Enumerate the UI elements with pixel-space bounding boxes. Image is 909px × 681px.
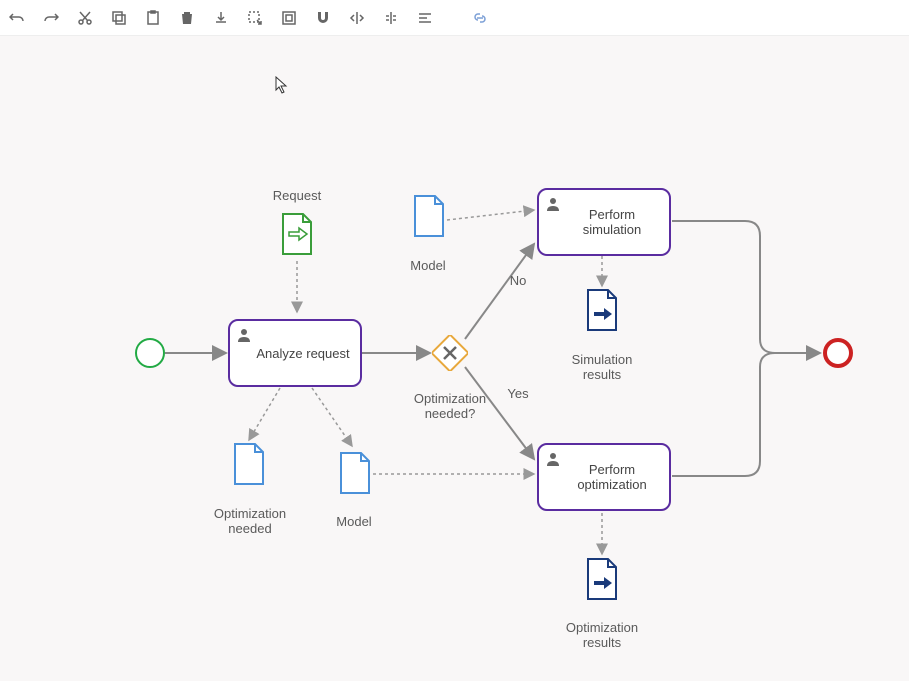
user-icon — [545, 196, 561, 212]
flip-v-icon[interactable] — [382, 9, 400, 27]
flow-label-yes: Yes — [503, 386, 533, 401]
data-object-label: Request — [262, 188, 332, 203]
gateway-label: Optimization needed? — [405, 391, 495, 421]
align-icon[interactable] — [416, 9, 434, 27]
task-label: Perform optimization — [563, 462, 661, 492]
data-object-label: Optimization results — [560, 620, 644, 650]
data-object-model-1[interactable] — [411, 194, 447, 243]
user-icon — [545, 451, 561, 467]
copy-icon[interactable] — [110, 9, 128, 27]
task-perform-optimization[interactable]: Perform optimization — [537, 443, 671, 511]
data-object-optimization-results[interactable] — [584, 557, 620, 606]
task-label: Analyze request — [256, 346, 349, 361]
task-label: Perform simulation — [563, 207, 661, 237]
data-object-label: Simulation results — [562, 352, 642, 382]
flip-h-icon[interactable] — [348, 9, 366, 27]
end-event[interactable] — [823, 338, 853, 368]
data-object-model-2[interactable] — [337, 451, 373, 500]
user-icon — [236, 327, 252, 343]
paste-icon[interactable] — [144, 9, 162, 27]
link-icon[interactable] — [471, 9, 489, 27]
cursor-icon — [275, 76, 289, 94]
diagram-canvas[interactable]: Analyze request Perform simulation Perfo… — [0, 36, 909, 681]
data-object-label: Model — [398, 258, 458, 273]
select-box-icon[interactable] — [246, 9, 264, 27]
fit-icon[interactable] — [280, 9, 298, 27]
data-object-optimization-needed[interactable] — [231, 442, 267, 491]
delete-icon[interactable] — [178, 9, 196, 27]
data-object-label: Optimization needed — [208, 506, 292, 536]
start-event[interactable] — [135, 338, 165, 368]
toolbar — [0, 0, 909, 36]
redo-icon[interactable] — [42, 9, 60, 27]
gateway-optimization-needed[interactable] — [432, 335, 468, 371]
data-object-label: Model — [324, 514, 384, 529]
data-object-simulation-results[interactable] — [584, 288, 620, 337]
task-analyze-request[interactable]: Analyze request — [228, 319, 362, 387]
download-icon[interactable] — [212, 9, 230, 27]
cut-icon[interactable] — [76, 9, 94, 27]
magnet-icon[interactable] — [314, 9, 332, 27]
undo-icon[interactable] — [8, 9, 26, 27]
flow-label-no: No — [503, 273, 533, 288]
data-object-request[interactable] — [279, 212, 315, 261]
task-perform-simulation[interactable]: Perform simulation — [537, 188, 671, 256]
